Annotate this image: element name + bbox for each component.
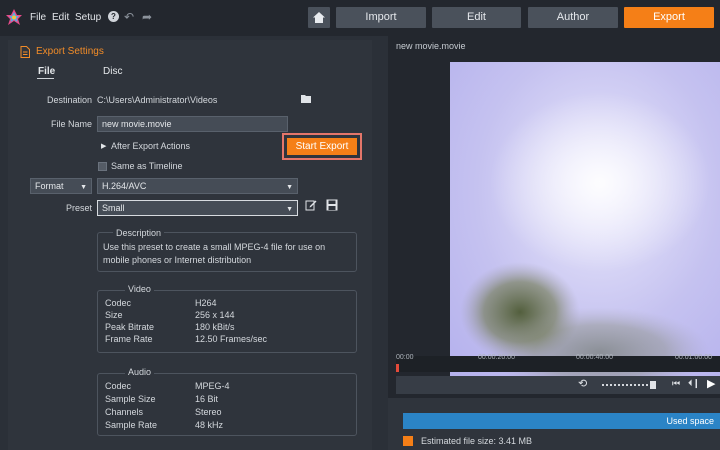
timeline-label-0: 00:00 (396, 354, 414, 361)
audio-codec-key: Codec (105, 381, 132, 391)
help-icon[interactable]: ? (108, 11, 119, 22)
video-title: Video (125, 284, 154, 294)
description-title: Description (113, 228, 165, 238)
playback-controls: ⟲ ⏮ ⏴❙ ▶ (396, 376, 720, 394)
after-export-actions[interactable]: After Export Actions (111, 141, 190, 151)
step-back-icon[interactable]: ⏴❙ (688, 378, 700, 389)
redo-icon[interactable]: ➦ (142, 10, 152, 24)
audio-codec-value: MPEG-4 (195, 381, 230, 391)
audio-channels-key: Channels (105, 407, 144, 417)
codec-dropdown[interactable]: H.264/AVC ▼ (97, 178, 298, 194)
edit-icon[interactable] (305, 199, 317, 211)
tab-file[interactable]: File (38, 66, 55, 77)
play-icon[interactable]: ▶ (707, 377, 715, 390)
filename-label: File Name (50, 119, 92, 129)
loop-icon[interactable]: ⟲ (578, 377, 587, 390)
same-as-timeline-label: Same as Timeline (111, 161, 183, 171)
audio-samplesize-key: Sample Size (105, 394, 156, 404)
skip-start-icon[interactable]: ⏮ (672, 378, 680, 389)
audio-channels-value: Stereo (195, 407, 222, 417)
timeline-ruler[interactable] (396, 356, 720, 372)
tab-import[interactable]: Import (336, 7, 426, 28)
codec-value: H.264/AVC (102, 181, 147, 191)
video-size-key: Size (105, 310, 123, 320)
app-logo-icon (6, 9, 22, 25)
playhead-marker[interactable] (396, 364, 399, 372)
estimated-size-swatch (403, 436, 413, 446)
used-space-bar: Used space (403, 413, 720, 429)
timeline-label-2: 00:00:40.00 (576, 354, 613, 361)
format-dropdown[interactable]: Format ▼ (30, 178, 92, 194)
audio-title: Audio (125, 367, 155, 377)
undo-icon[interactable]: ↶ (124, 10, 134, 24)
video-preview (450, 62, 720, 382)
preview-title: new movie.movie (396, 41, 466, 51)
chevron-down-icon: ▼ (80, 184, 87, 191)
video-framerate-value: 12.50 Frames/sec (195, 334, 268, 344)
shuttle-handle[interactable] (650, 381, 656, 389)
timeline-label-3: 00:01:00.00 (675, 354, 712, 361)
preview-panel: new movie.movie 00:00 00:00:20.00 00:00:… (388, 36, 720, 450)
preset-label: Preset (65, 203, 92, 213)
description-group (97, 232, 357, 272)
preset-dropdown[interactable]: Small ▼ (97, 200, 298, 216)
menu-setup[interactable]: Setup (75, 12, 101, 23)
menu-edit[interactable]: Edit (52, 12, 69, 23)
video-codec-value: H264 (195, 298, 217, 308)
timeline-label-1: 00:00:20.00 (478, 354, 515, 361)
tab-author[interactable]: Author (528, 7, 618, 28)
export-settings-title: Export Settings (36, 46, 104, 57)
video-bitrate-key: Peak Bitrate (105, 322, 155, 332)
shuttle-slider[interactable] (602, 384, 652, 386)
description-line-2: mobile phones or Internet distribution (103, 255, 252, 265)
preset-value: Small (102, 203, 125, 213)
video-size-value: 256 x 144 (195, 310, 235, 320)
chevron-down-icon: ▼ (286, 206, 293, 213)
destination-path: C:\Users\Administrator\Videos (97, 95, 218, 105)
filename-input[interactable]: new movie.movie (97, 116, 288, 132)
home-icon (313, 12, 325, 23)
start-export-button[interactable]: Start Export (287, 138, 357, 155)
same-as-timeline-checkbox[interactable] (98, 162, 107, 171)
video-frame-image (450, 62, 720, 382)
tab-file-underline (37, 78, 54, 79)
tab-disc[interactable]: Disc (103, 66, 122, 77)
save-icon[interactable] (326, 199, 338, 211)
audio-samplesize-value: 16 Bit (195, 394, 219, 404)
folder-icon[interactable] (301, 94, 311, 103)
format-label: Format (35, 181, 64, 191)
video-bitrate-value: 180 kBit/s (195, 322, 235, 332)
video-framerate-key: Frame Rate (105, 334, 153, 344)
audio-samplerate-value: 48 kHz (195, 420, 224, 430)
tab-edit[interactable]: Edit (432, 7, 521, 28)
description-line-1: Use this preset to create a small MPEG-4… (103, 242, 326, 252)
caret-right-icon[interactable]: ▶ (101, 142, 106, 150)
chevron-down-icon: ▼ (286, 184, 293, 191)
video-codec-key: Codec (105, 298, 132, 308)
home-button[interactable] (308, 7, 330, 28)
document-icon (20, 46, 30, 58)
tab-export[interactable]: Export (624, 7, 714, 28)
menu-file[interactable]: File (30, 12, 46, 23)
destination-label: Destination (46, 95, 92, 105)
estimated-file-size: Estimated file size: 3.41 MB (421, 436, 533, 446)
audio-samplerate-key: Sample Rate (105, 420, 158, 430)
